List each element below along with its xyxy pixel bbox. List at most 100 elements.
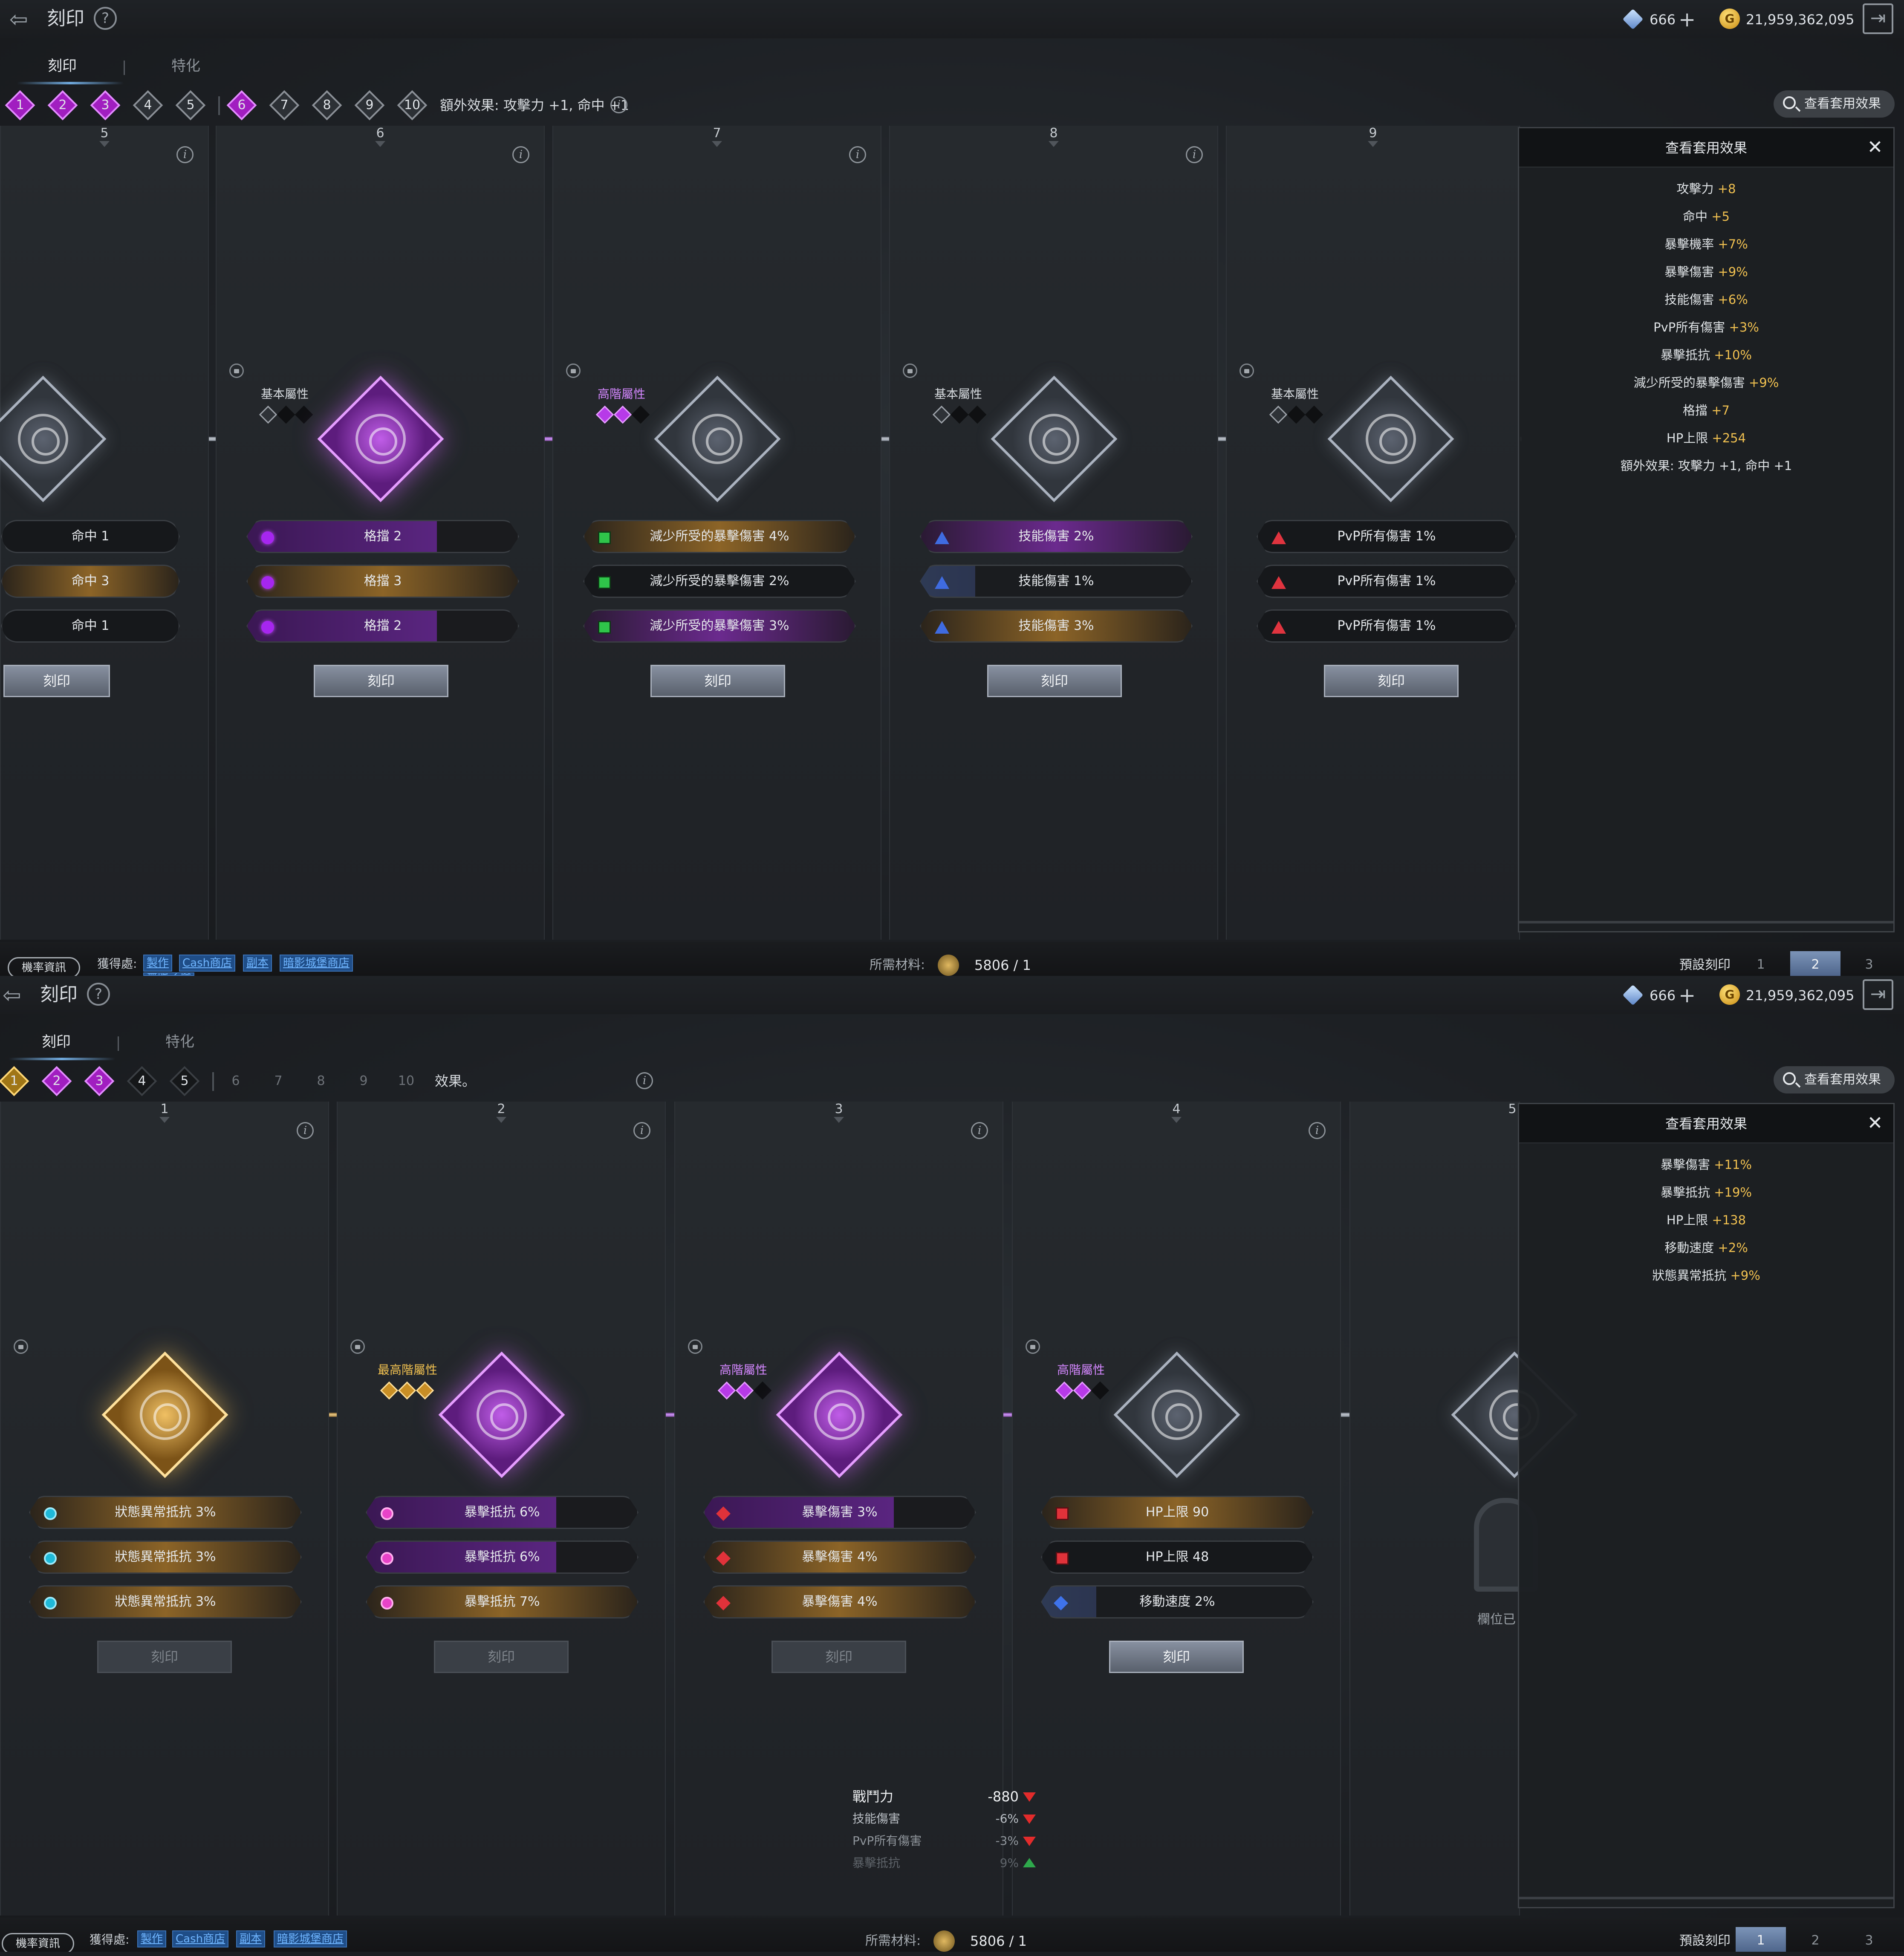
step-label: 6	[237, 98, 246, 113]
material-icon	[938, 955, 959, 976]
back-arrow-icon[interactable]: ⇦	[3, 984, 32, 1007]
tab-specialize[interactable]: 特化	[165, 1031, 194, 1053]
lock-icon[interactable]	[688, 1339, 702, 1354]
exit-icon[interactable]: ⇥	[1863, 979, 1893, 1010]
view-applied-effects-button[interactable]: 查看套用效果	[1774, 1066, 1895, 1093]
preset-1[interactable]: 1	[1736, 951, 1786, 976]
info-icon[interactable]: i	[610, 96, 627, 113]
step-2[interactable]: 2	[47, 90, 78, 121]
step-4[interactable]: 4	[133, 90, 163, 121]
info-icon[interactable]: i	[1309, 1122, 1326, 1139]
step-6[interactable]: 6	[221, 1066, 251, 1096]
engrave-emblem[interactable]	[101, 1351, 228, 1478]
close-icon[interactable]: ✕	[1865, 138, 1885, 157]
step-10[interactable]: 10	[391, 1066, 422, 1096]
engrave-button[interactable]: 刻印	[314, 665, 448, 697]
source-link-craft[interactable]: 製作	[143, 955, 173, 972]
step-7[interactable]: 7	[263, 1066, 294, 1096]
step-9[interactable]: 9	[354, 90, 385, 121]
info-icon[interactable]: i	[971, 1122, 988, 1139]
engrave-button[interactable]: 刻印	[434, 1641, 569, 1673]
rate-info-button[interactable]: 機率資訊	[2, 1933, 74, 1952]
source-link-dungeon[interactable]: 副本	[243, 955, 272, 972]
preset-3[interactable]: 3	[1844, 1927, 1894, 1952]
info-icon[interactable]: i	[633, 1122, 650, 1139]
back-arrow-icon[interactable]: ⇦	[9, 8, 39, 32]
lock-icon[interactable]	[1026, 1339, 1040, 1354]
preset-1[interactable]: 1	[1736, 1927, 1786, 1952]
preset-2[interactable]: 2	[1790, 951, 1840, 976]
applied-effects-panel: 查看套用效果 ✕ 暴擊傷害 +11% 暴擊抵抗 +19% HP上限 +138 移動速度…	[1518, 1103, 1895, 1908]
stat-label: 移動速度 2%	[1139, 1594, 1215, 1609]
engrave-emblem[interactable]	[1113, 1351, 1240, 1478]
add-gem-button[interactable]: +	[1679, 984, 1696, 1007]
engrave-emblem[interactable]	[0, 375, 107, 502]
combat-row: 暴擊抵抗 9%	[852, 1852, 1044, 1874]
preset-2[interactable]: 2	[1790, 1927, 1840, 1952]
tab-engrave[interactable]: 刻印	[42, 1031, 71, 1053]
engrave-emblem[interactable]	[776, 1351, 903, 1478]
panel-scrollbar[interactable]	[1519, 921, 1893, 923]
lock-icon[interactable]	[903, 364, 917, 378]
lock-icon[interactable]	[14, 1339, 28, 1354]
tab-engrave[interactable]: 刻印	[48, 55, 77, 77]
step-1[interactable]: 1	[0, 1066, 29, 1096]
step-1[interactable]: 1	[5, 90, 35, 121]
preset-3[interactable]: 3	[1844, 951, 1894, 976]
help-icon[interactable]: ?	[94, 7, 117, 30]
info-icon[interactable]: i	[297, 1122, 314, 1139]
lock-icon[interactable]	[229, 364, 244, 378]
stat-line-1: 暴擊抵抗 6%	[366, 1496, 639, 1529]
engrave-button[interactable]: 刻印	[1109, 1641, 1244, 1673]
step-6[interactable]: 6	[226, 90, 257, 121]
help-icon[interactable]: ?	[87, 983, 110, 1006]
engrave-button[interactable]: 刻印	[650, 665, 785, 697]
info-icon[interactable]: i	[176, 146, 194, 163]
step-10[interactable]: 10	[397, 90, 428, 121]
step-5[interactable]: 5	[175, 90, 206, 121]
engrave-button[interactable]: 刻印	[3, 665, 110, 697]
step-8[interactable]: 8	[306, 1066, 336, 1096]
effect-name: 額外效果: 攻擊力 +1, 命中 +1	[1620, 459, 1792, 473]
source-link-infinite-tower[interactable]: 無限之塔	[143, 972, 195, 976]
engrave-button[interactable]: 刻印	[987, 665, 1122, 697]
source-link-craft[interactable]: 製作	[137, 1930, 167, 1947]
panel-scrollbar[interactable]	[1519, 1897, 1893, 1899]
engrave-button[interactable]: 刻印	[1324, 665, 1459, 697]
source-link-dungeon[interactable]: 副本	[236, 1930, 266, 1947]
lock-icon[interactable]	[350, 1339, 365, 1354]
source-link-shadow-castle-shop[interactable]: 暗影城堡商店	[274, 1930, 347, 1947]
step-2[interactable]: 2	[41, 1066, 72, 1096]
stat-line-1: 減少所受的暴擊傷害 4%	[583, 520, 856, 553]
add-gem-button[interactable]: +	[1679, 8, 1696, 32]
engrave-button[interactable]: 刻印	[97, 1641, 232, 1673]
step-9[interactable]: 9	[349, 1066, 379, 1096]
engrave-button[interactable]: 刻印	[771, 1641, 906, 1673]
source-link-shadow-castle-shop[interactable]: 暗影城堡商店	[280, 955, 353, 972]
source-link-cash-shop[interactable]: Cash商店	[179, 955, 236, 972]
step-8[interactable]: 8	[312, 90, 342, 121]
step-4[interactable]: 4	[127, 1066, 157, 1096]
step-7[interactable]: 7	[269, 90, 300, 121]
rate-info-button[interactable]: 機率資訊	[8, 957, 80, 976]
step-3[interactable]: 3	[84, 1066, 115, 1096]
step-5[interactable]: 5	[169, 1066, 200, 1096]
engrave-emblem[interactable]	[438, 1351, 565, 1478]
step-label: 2	[58, 98, 67, 113]
lock-icon[interactable]	[1239, 364, 1254, 378]
engrave-emblem[interactable]	[1327, 375, 1454, 502]
info-icon[interactable]: i	[512, 146, 529, 163]
engrave-emblem[interactable]	[654, 375, 781, 502]
source-link-cash-shop[interactable]: Cash商店	[172, 1930, 229, 1947]
lock-icon[interactable]	[566, 364, 581, 378]
engrave-emblem[interactable]	[991, 375, 1118, 502]
engrave-emblem[interactable]	[317, 375, 444, 502]
step-3[interactable]: 3	[90, 90, 121, 121]
info-icon[interactable]: i	[849, 146, 866, 163]
info-icon[interactable]: i	[636, 1072, 653, 1089]
tab-specialize[interactable]: 特化	[171, 55, 200, 77]
exit-icon[interactable]: ⇥	[1863, 3, 1893, 34]
view-applied-effects-button[interactable]: 查看套用效果	[1774, 90, 1895, 118]
info-icon[interactable]: i	[1186, 146, 1203, 163]
close-icon[interactable]: ✕	[1865, 1114, 1885, 1133]
